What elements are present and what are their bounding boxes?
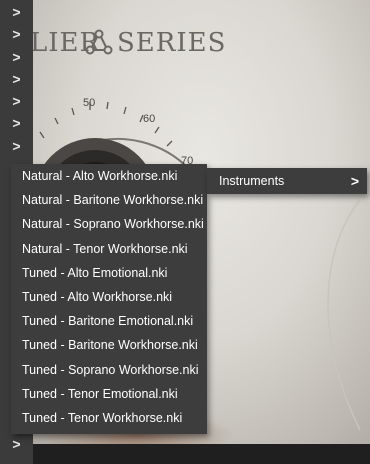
chevron-right-icon[interactable]: > — [0, 22, 33, 46]
menu-item[interactable]: Natural - Baritone Workhorse.nki — [11, 188, 207, 212]
menu-item[interactable]: Tuned - Baritone Emotional.nki — [11, 309, 207, 333]
menu-item[interactable]: Tuned - Alto Emotional.nki — [11, 261, 207, 285]
menu-item[interactable]: Natural - Soprano Workhorse.nki — [11, 212, 207, 236]
menu-item[interactable]: Tuned - Baritone Workhorse.nki — [11, 333, 207, 357]
menu-item[interactable]: Natural - Tenor Workhorse.nki — [11, 237, 207, 261]
chevron-right-icon[interactable]: > — [0, 432, 33, 456]
chevron-right-icon[interactable]: > — [0, 67, 33, 91]
instruments-label: Instruments — [219, 174, 285, 188]
chevron-right-icon[interactable]: > — [0, 45, 33, 69]
decorative-curve — [327, 199, 361, 431]
instruments-submenu-item[interactable]: Instruments > — [207, 168, 367, 194]
logo-text-right: SERIES — [117, 28, 227, 58]
knob-label-50: 50 — [83, 97, 96, 109]
chevron-right-icon[interactable]: > — [0, 0, 33, 24]
instrument-menu: Natural - Alto Workhorse.nki Natural - B… — [11, 164, 207, 434]
menu-item[interactable]: Natural - Alto Workhorse.nki — [11, 164, 207, 188]
chevron-right-icon: > — [350, 173, 360, 189]
bottom-strip — [0, 444, 370, 464]
chevron-right-icon[interactable]: > — [0, 89, 33, 113]
menu-item[interactable]: Tuned - Soprano Workhorse.nki — [11, 358, 207, 382]
chevron-right-icon[interactable]: > — [0, 111, 33, 135]
chevron-right-icon[interactable]: > — [0, 134, 33, 158]
knob-label-60: 60 — [143, 113, 156, 125]
menu-item[interactable]: Tuned - Alto Workhorse.nki — [11, 285, 207, 309]
menu-item[interactable]: Tuned - Tenor Workhorse.nki — [11, 406, 207, 430]
menu-item[interactable]: Tuned - Tenor Emotional.nki — [11, 382, 207, 406]
triangle-nodes-icon — [85, 29, 113, 55]
